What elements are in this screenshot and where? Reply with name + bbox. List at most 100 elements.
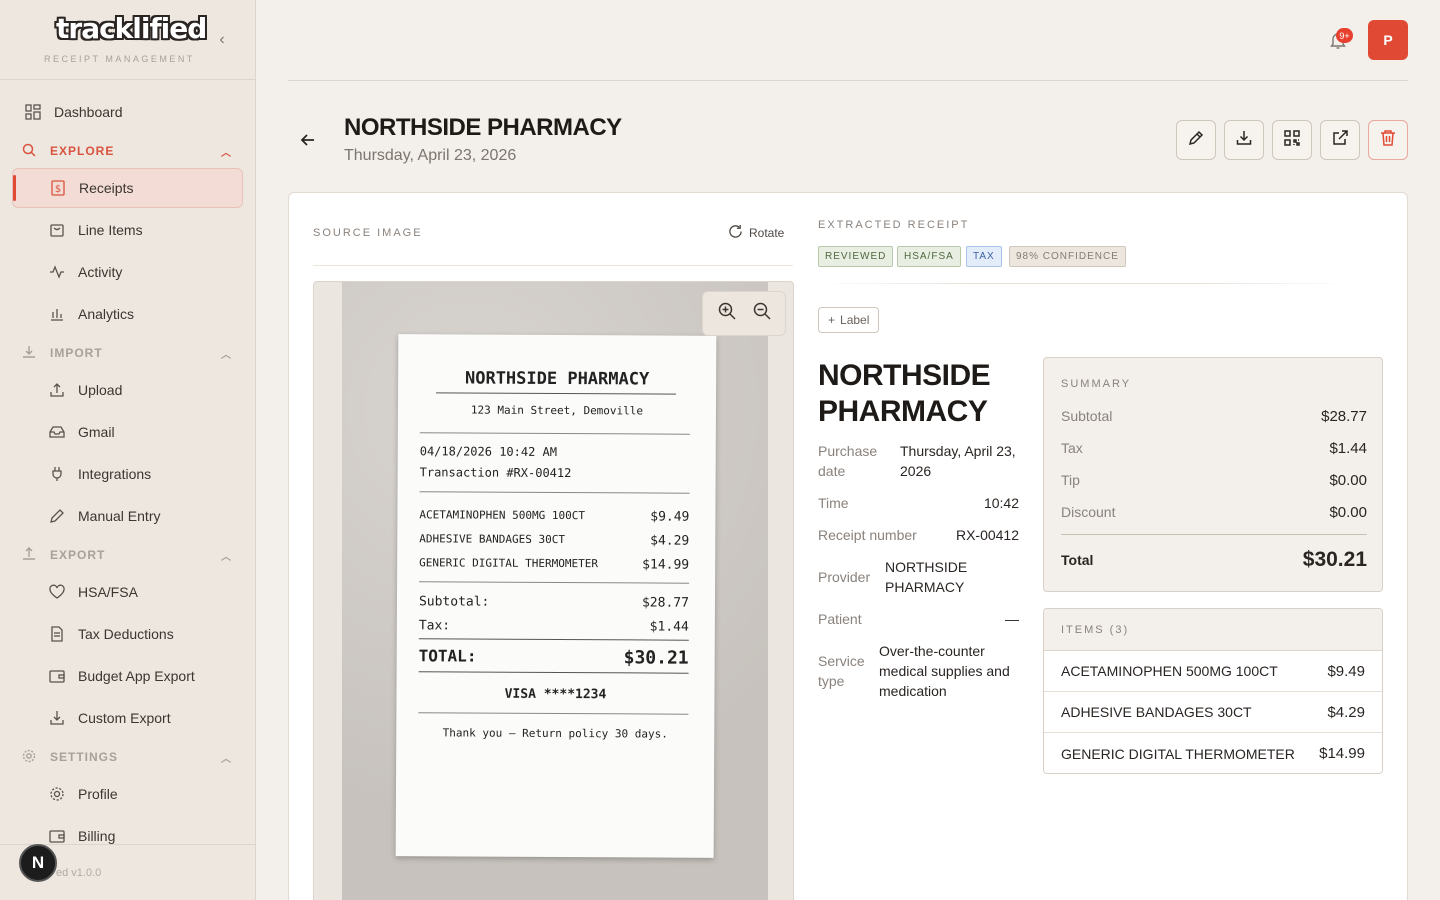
sidebar-item-profile[interactable]: Profile	[12, 774, 243, 814]
add-label-text: Label	[840, 313, 870, 327]
receipt-total-row: TOTAL: $30.21	[419, 646, 689, 668]
open-external-button[interactable]	[1320, 120, 1360, 160]
delete-button[interactable]	[1368, 120, 1408, 160]
user-avatar[interactable]: P	[1368, 20, 1408, 60]
total-label: Total	[1061, 552, 1094, 568]
receipt-subtotal-row: Subtotal: $28.77	[419, 594, 689, 610]
receipt-subtotal: $28.77	[641, 595, 690, 611]
list-item[interactable]: GENERIC DIGITAL THERMOMETER $14.99	[1044, 733, 1382, 773]
divider	[419, 491, 690, 494]
section-export[interactable]: EXPORT ︿	[22, 543, 232, 567]
sidebar-item-manual-entry[interactable]: Manual Entry	[12, 496, 243, 536]
collapse-sidebar-button[interactable]: ‹	[212, 28, 232, 52]
dev-tools-badge[interactable]: N	[19, 844, 57, 882]
sidebar-item-label: Analytics	[78, 306, 135, 322]
sidebar-item-upload[interactable]: Upload	[12, 370, 243, 410]
add-label-button[interactable]: + Label	[818, 307, 880, 333]
activity-icon	[48, 263, 66, 281]
items-label: ITEMS (3)	[1061, 623, 1130, 636]
qr-code-button[interactable]	[1272, 120, 1312, 160]
sidebar-item-label: Integrations	[78, 466, 152, 482]
sidebar-item-budget-app-export[interactable]: Budget App Export	[12, 656, 243, 696]
list-item[interactable]: ADHESIVE BANDAGES 30CT $4.29	[1044, 692, 1382, 733]
header-divider	[288, 80, 1408, 81]
receipt-item-row: GENERIC DIGITAL THERMOMETER $14.99	[419, 556, 689, 572]
heart-icon	[48, 583, 66, 601]
pencil-icon	[1187, 129, 1205, 152]
sidebar-item-label: Line Items	[78, 222, 143, 238]
section-explore[interactable]: EXPLORE ︿	[22, 139, 232, 163]
patient-label: Patient	[818, 611, 862, 627]
time-value: 10:42	[983, 495, 1019, 511]
notification-count-badge: 9+	[1336, 28, 1353, 43]
sidebar-item-tax-deductions[interactable]: Tax Deductions	[12, 614, 243, 654]
receipt-tax-row: Tax: $1.44	[419, 618, 689, 634]
section-label: EXPORT	[50, 548, 106, 562]
section-settings[interactable]: SETTINGS ︿	[22, 745, 232, 769]
item-amount: $9.49	[1327, 662, 1365, 680]
sidebar-item-receipts[interactable]: $ Receipts	[12, 168, 243, 208]
divider	[818, 283, 1352, 284]
bar-chart-icon	[48, 305, 66, 323]
chevron-up-icon: ︿	[221, 753, 232, 765]
receipt-address: 123 Main Street, Demoville	[470, 403, 644, 418]
provider-label: Provider	[818, 569, 871, 585]
page-title: NORTHSIDE PHARMACY	[344, 114, 622, 141]
receipt-number-label: Receipt number	[818, 527, 917, 543]
status-badge: REVIEWED	[818, 246, 894, 267]
wallet-icon	[48, 827, 66, 845]
tip-value: $0.00	[1329, 472, 1367, 489]
zoom-in-icon[interactable]	[717, 301, 737, 326]
sidebar-item-label: HSA/FSA	[78, 584, 138, 600]
divider	[436, 392, 677, 395]
sidebar-item-label: Receipts	[79, 180, 134, 196]
divider	[313, 265, 793, 266]
item-amount: $4.29	[1327, 703, 1365, 721]
external-link-icon	[1331, 129, 1349, 152]
receipt-footer: Thank you — Return policy 30 days.	[442, 726, 668, 741]
chevron-up-icon: ︿	[221, 147, 232, 159]
section-import[interactable]: IMPORT ︿	[22, 341, 232, 365]
sidebar-item-integrations[interactable]: Integrations	[12, 454, 243, 494]
zoom-out-icon[interactable]	[752, 301, 772, 326]
discount-row: Discount $0.00	[1061, 504, 1367, 521]
rotate-label: Rotate	[749, 226, 785, 240]
receipt-datetime: 04/18/2026 10:42 AM	[419, 444, 558, 460]
back-arrow-icon[interactable]	[296, 128, 320, 152]
divider	[418, 638, 689, 641]
source-image-label: SOURCE IMAGE	[313, 227, 423, 239]
sidebar-item-label: Manual Entry	[78, 508, 161, 524]
receipt-item-price: $14.99	[642, 557, 690, 573]
sidebar-item-dashboard[interactable]: Dashboard	[12, 92, 243, 132]
hsa-fsa-badge: HSA/FSA	[897, 246, 961, 267]
sidebar-item-line-items[interactable]: Line Items	[12, 210, 243, 250]
upload-icon	[22, 547, 38, 563]
sidebar-item-label: Tax Deductions	[78, 626, 174, 642]
app-logo[interactable]: tracklified	[56, 12, 207, 45]
document-icon	[48, 625, 66, 643]
sidebar-item-hsa-fsa[interactable]: HSA/FSA	[12, 572, 243, 612]
receipt-item-name: ADHESIVE BANDAGES 30CT	[419, 532, 566, 547]
source-image-viewer[interactable]: NORTHSIDE PHARMACY 123 Main Street, Demo…	[313, 281, 794, 900]
sidebar-item-analytics[interactable]: Analytics	[12, 294, 243, 334]
purchase-date-label: Purchase date	[818, 443, 878, 479]
download-icon	[48, 709, 66, 727]
sidebar-item-gmail[interactable]: Gmail	[12, 412, 243, 452]
item-name: GENERIC DIGITAL THERMOMETER	[1061, 745, 1295, 762]
download-icon	[22, 345, 38, 361]
receipt-transaction-row: Transaction #RX-00412	[420, 465, 690, 480]
download-button[interactable]	[1224, 120, 1264, 160]
sidebar-item-custom-export[interactable]: Custom Export	[12, 698, 243, 738]
sidebar: tracklified RECEIPT MANAGEMENT ‹ Dashboa…	[0, 0, 256, 900]
sidebar-item-activity[interactable]: Activity	[12, 252, 243, 292]
chevron-up-icon: ︿	[221, 551, 232, 563]
qr-code-icon	[1283, 129, 1301, 152]
edit-button[interactable]	[1176, 120, 1216, 160]
item-name: ADHESIVE BANDAGES 30CT	[1061, 704, 1252, 720]
sidebar-item-label: Billing	[78, 828, 116, 844]
rotate-button[interactable]: Rotate	[728, 224, 784, 242]
receipt-total-label: TOTAL:	[418, 646, 477, 666]
list-item[interactable]: ACETAMINOPHEN 500MG 100CT $9.49	[1044, 651, 1382, 692]
inbox-icon	[48, 423, 66, 441]
receipt-dollar-icon: $	[49, 179, 67, 197]
